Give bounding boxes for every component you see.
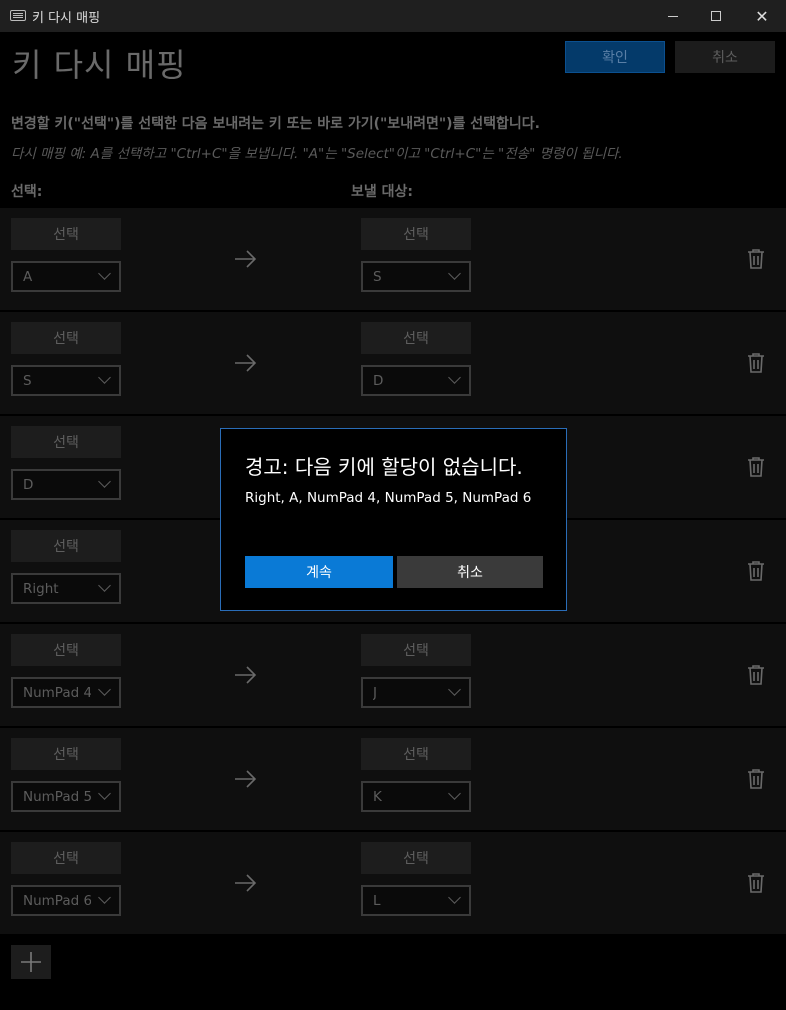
dialog-title: 경고: 다음 키에 할당이 없습니다. (245, 455, 523, 479)
arrow-right-icon (235, 250, 257, 268)
title-bar: 키 다시 매핑 ✕ (0, 0, 786, 32)
select-target-button[interactable]: 선택 (361, 634, 471, 666)
source-key-dropdown[interactable]: A (11, 261, 121, 292)
window-title: 키 다시 매핑 (32, 11, 101, 26)
select-key-button[interactable]: 선택 (11, 530, 121, 562)
page-title: 키 다시 매핑 (12, 46, 187, 84)
dialog-cancel-button[interactable]: 취소 (397, 556, 543, 588)
warning-dialog: 경고: 다음 키에 할당이 없습니다. Right, A, NumPad 4, … (220, 428, 567, 611)
add-row-button[interactable] (11, 945, 51, 979)
select-target-button[interactable]: 선택 (361, 322, 471, 354)
delete-icon[interactable] (746, 768, 766, 790)
keyboard-icon (10, 10, 26, 21)
select-key-button[interactable]: 선택 (11, 218, 121, 250)
close-icon: ✕ (755, 6, 769, 26)
example-text: 다시 매핑 예: A를 선택하고 "Ctrl+C"을 보냅니다. "A"는 "S… (11, 146, 623, 162)
source-key-dropdown[interactable]: NumPad 5 (11, 781, 121, 812)
column-header-send-to: 보낼 대상: (351, 184, 413, 200)
target-key-dropdown[interactable]: K (361, 781, 471, 812)
arrow-right-icon (235, 354, 257, 372)
source-key-dropdown[interactable]: NumPad 4 (11, 677, 121, 708)
delete-icon[interactable] (746, 248, 766, 270)
continue-button[interactable]: 계속 (245, 556, 393, 588)
instruction-text: 변경할 키("선택")를 선택한 다음 보내려는 키 또는 바로 가기("보내려… (11, 116, 540, 132)
target-key-dropdown[interactable]: L (361, 885, 471, 916)
remap-row: 선택 A 선택 S (0, 208, 786, 310)
arrow-right-icon (235, 666, 257, 684)
arrow-right-icon (235, 770, 257, 788)
source-key-dropdown[interactable]: Right (11, 573, 121, 604)
minimize-icon (668, 15, 678, 17)
target-key-dropdown[interactable]: D (361, 365, 471, 396)
remap-row: 선택 NumPad 5 선택 K (0, 728, 786, 830)
delete-icon[interactable] (746, 664, 766, 686)
select-target-button[interactable]: 선택 (361, 842, 471, 874)
select-key-button[interactable]: 선택 (11, 842, 121, 874)
target-key-dropdown[interactable]: J (361, 677, 471, 708)
column-header-select: 선택: (11, 184, 43, 200)
maximize-icon (711, 11, 721, 21)
select-target-button[interactable]: 선택 (361, 738, 471, 770)
select-target-button[interactable]: 선택 (361, 218, 471, 250)
source-key-dropdown[interactable]: D (11, 469, 121, 500)
delete-icon[interactable] (746, 872, 766, 894)
plus-icon (21, 952, 41, 972)
delete-icon[interactable] (746, 456, 766, 478)
delete-icon[interactable] (746, 352, 766, 374)
ok-button[interactable]: 확인 (565, 41, 665, 73)
select-key-button[interactable]: 선택 (11, 738, 121, 770)
select-key-button[interactable]: 선택 (11, 426, 121, 458)
select-key-button[interactable]: 선택 (11, 322, 121, 354)
remap-row: 선택 NumPad 4 선택 J (0, 624, 786, 726)
delete-icon[interactable] (746, 560, 766, 582)
arrow-right-icon (235, 874, 257, 892)
source-key-dropdown[interactable]: NumPad 6 (11, 885, 121, 916)
select-key-button[interactable]: 선택 (11, 634, 121, 666)
remap-row: 선택 NumPad 6 선택 L (0, 832, 786, 934)
source-key-dropdown[interactable]: S (11, 365, 121, 396)
remap-row: 선택 S 선택 D (0, 312, 786, 414)
cancel-button[interactable]: 취소 (675, 41, 775, 73)
target-key-dropdown[interactable]: S (361, 261, 471, 292)
dialog-message: Right, A, NumPad 4, NumPad 5, NumPad 6 (245, 490, 532, 506)
close-button[interactable]: ✕ (739, 0, 785, 32)
maximize-button[interactable] (693, 0, 739, 32)
minimize-button[interactable] (650, 0, 696, 32)
